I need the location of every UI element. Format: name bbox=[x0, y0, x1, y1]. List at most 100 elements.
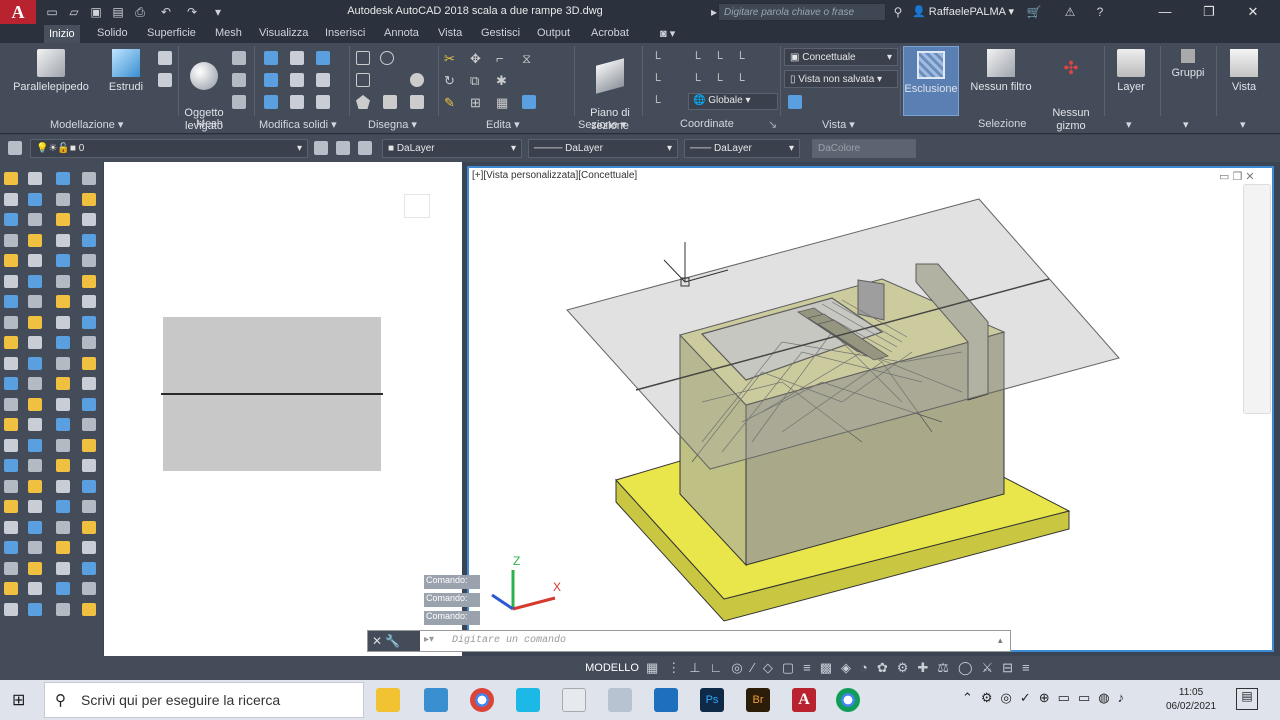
tool-palette-icon[interactable] bbox=[82, 397, 96, 411]
tool-palette-icon[interactable] bbox=[28, 274, 42, 288]
ribbon-options-icon[interactable]: ◙ ▾ bbox=[660, 27, 675, 40]
tool-palette-icon[interactable] bbox=[56, 233, 70, 247]
tool-palette-icon[interactable] bbox=[4, 541, 18, 554]
tool-palette-icon[interactable] bbox=[82, 520, 96, 534]
layer-button[interactable]: Layer bbox=[1108, 49, 1154, 94]
tool-palette-icon[interactable] bbox=[56, 254, 70, 267]
tool-palette-icon[interactable] bbox=[56, 561, 70, 575]
viewport-config-icon[interactable] bbox=[788, 95, 802, 109]
ucs-world-icon[interactable]: └ bbox=[692, 51, 706, 65]
mesh-tool-icon[interactable] bbox=[232, 73, 246, 87]
panel-label-coordinate[interactable]: Coordinate bbox=[680, 118, 734, 130]
tool-palette-icon[interactable] bbox=[28, 541, 42, 554]
tool-palette-icon[interactable] bbox=[82, 356, 96, 370]
tool-palette-icon[interactable] bbox=[56, 295, 70, 308]
exchange-icon[interactable]: ⚠ bbox=[1062, 4, 1078, 20]
command-input[interactable]: Digitare un comando bbox=[452, 635, 566, 646]
tool-palette-icon[interactable] bbox=[28, 377, 42, 390]
tool-palette-icon[interactable] bbox=[4, 520, 18, 534]
tool-palette-icon[interactable] bbox=[4, 459, 18, 472]
panel-label-modifica-solidi[interactable]: Modifica solidi ▾ bbox=[259, 118, 337, 131]
panel-label-sezione[interactable]: Sezione ▾ bbox=[578, 118, 626, 131]
culling-button[interactable]: Esclusione bbox=[903, 46, 959, 116]
match-layer-icon[interactable] bbox=[336, 141, 350, 155]
visual-style-combo[interactable]: ▣ Concettuale ▾ bbox=[784, 48, 898, 66]
ucs-icon[interactable]: └ bbox=[652, 51, 666, 65]
mirror-icon[interactable]: ⧖ bbox=[522, 51, 536, 66]
tool-palette-icon[interactable] bbox=[82, 541, 96, 554]
tool-palette-icon[interactable] bbox=[28, 500, 42, 513]
tool-palette-icon[interactable] bbox=[82, 295, 96, 308]
tool-palette-icon[interactable] bbox=[4, 315, 18, 329]
save-icon[interactable]: ▣ bbox=[88, 4, 104, 20]
tab-inserisci[interactable]: Inserisci bbox=[325, 27, 365, 39]
polyline-icon[interactable] bbox=[356, 51, 370, 65]
command-line-controls[interactable]: ✕ 🔧 bbox=[368, 631, 420, 651]
tool-palette-icon[interactable] bbox=[4, 254, 18, 267]
union-icon[interactable] bbox=[264, 51, 278, 65]
tool-palette-icon[interactable] bbox=[56, 336, 70, 349]
notifications-icon[interactable]: ▤ bbox=[1236, 688, 1258, 710]
tool-palette-icon[interactable] bbox=[28, 213, 42, 226]
rotate-icon[interactable]: ↻ bbox=[444, 73, 458, 88]
ucs-3point-icon[interactable]: └ bbox=[736, 51, 750, 65]
separate-icon[interactable] bbox=[316, 73, 330, 87]
extrude-button[interactable]: Estrudi bbox=[104, 49, 148, 94]
tool-palette-icon[interactable] bbox=[4, 561, 18, 575]
tool-palette-icon[interactable] bbox=[56, 377, 70, 390]
spline-icon[interactable] bbox=[356, 73, 370, 87]
presspull-icon[interactable] bbox=[158, 73, 172, 87]
quick-access-dropdown-icon[interactable]: ▾ bbox=[210, 4, 226, 20]
autocad-taskbar-icon[interactable]: A bbox=[792, 688, 816, 712]
arc-icon[interactable] bbox=[380, 51, 394, 65]
ucs-combo[interactable]: 🌐 Globale ▾ bbox=[688, 93, 778, 110]
redo-icon[interactable]: ↷ bbox=[184, 4, 200, 20]
bridge-icon[interactable]: Br bbox=[746, 688, 770, 712]
tool-palette-icon[interactable] bbox=[56, 274, 70, 288]
help-icon[interactable]: ? bbox=[1092, 4, 1108, 20]
offset-edges-icon[interactable] bbox=[316, 95, 330, 109]
panel-label-disegna[interactable]: Disegna ▾ bbox=[368, 118, 417, 131]
edge-icon[interactable] bbox=[516, 688, 540, 712]
tool-palette-icon[interactable] bbox=[82, 418, 96, 431]
tool-palette-icon[interactable] bbox=[82, 213, 96, 226]
tool-palette-icon[interactable] bbox=[4, 213, 18, 226]
panel-label-mesh[interactable]: Mesh bbox=[196, 118, 223, 130]
tool-palette-icon[interactable] bbox=[28, 561, 42, 575]
tool-palette-icon[interactable] bbox=[4, 418, 18, 431]
circle-icon[interactable] bbox=[410, 73, 424, 87]
tool-palette-icon[interactable] bbox=[82, 582, 96, 595]
tool-palette-icon[interactable] bbox=[56, 172, 70, 185]
extract-edges-icon[interactable] bbox=[290, 95, 304, 109]
tab-inizio[interactable]: Inizio bbox=[44, 25, 80, 43]
view-dropdown-icon[interactable]: ▾ bbox=[1240, 118, 1246, 131]
tool-palette-icon[interactable] bbox=[28, 172, 42, 185]
tool-palette-icon[interactable] bbox=[56, 459, 70, 472]
groups-button[interactable]: Gruppi bbox=[1164, 49, 1212, 80]
tool-palette-icon[interactable] bbox=[28, 602, 42, 616]
rectangle-icon[interactable] bbox=[383, 95, 397, 109]
panel-label-vista[interactable]: Vista ▾ bbox=[822, 118, 855, 131]
tool-palette-icon[interactable] bbox=[4, 192, 18, 206]
tool-palette-icon[interactable] bbox=[82, 561, 96, 575]
tab-vista[interactable]: Vista bbox=[438, 27, 462, 39]
array-icon[interactable] bbox=[522, 95, 536, 109]
offset-icon[interactable]: ⊞ bbox=[470, 95, 484, 110]
model-space-button[interactable]: MODELLO bbox=[584, 660, 640, 677]
tool-palette-icon[interactable] bbox=[82, 233, 96, 247]
tool-palette-icon[interactable] bbox=[82, 377, 96, 390]
tool-palette-icon[interactable] bbox=[82, 172, 96, 185]
undo-icon[interactable]: ↶ bbox=[158, 4, 174, 20]
section-viewport[interactable] bbox=[104, 162, 462, 656]
chrome-icon[interactable] bbox=[470, 688, 494, 712]
tool-palette-icon[interactable] bbox=[82, 274, 96, 288]
erase-icon[interactable]: ✎ bbox=[444, 95, 458, 110]
app-menu-button[interactable]: A bbox=[0, 0, 36, 24]
tool-palette-icon[interactable] bbox=[4, 500, 18, 513]
tool-palette-icon[interactable] bbox=[28, 418, 42, 431]
subtract-icon[interactable] bbox=[264, 73, 278, 87]
tool-palette-icon[interactable] bbox=[28, 336, 42, 349]
tool-palette-icon[interactable] bbox=[4, 479, 18, 493]
tool-palette-icon[interactable] bbox=[28, 479, 42, 493]
tool-palette-icon[interactable] bbox=[4, 233, 18, 247]
